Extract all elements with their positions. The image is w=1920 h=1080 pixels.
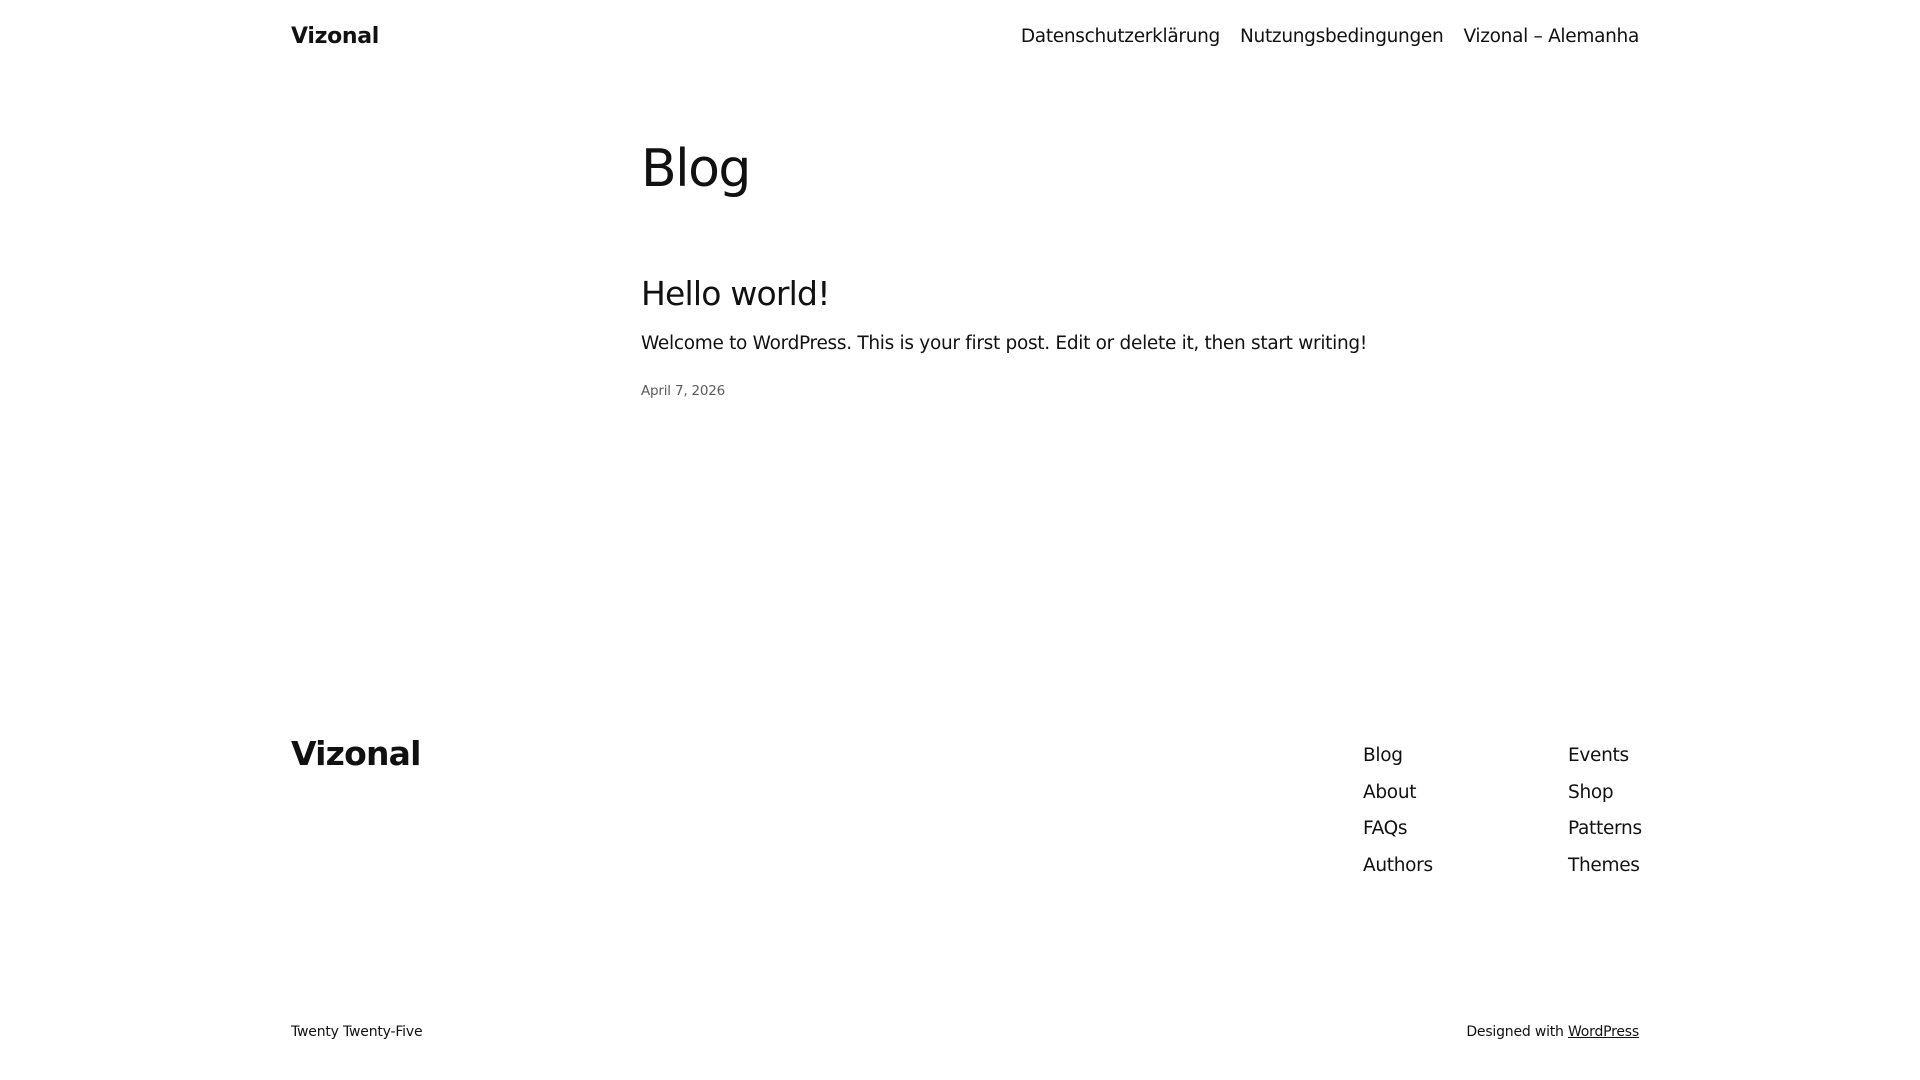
post-title-link[interactable]: Hello world! (641, 274, 830, 313)
post-item: Hello world! Welcome to WordPress. This … (641, 273, 1367, 399)
footer-credit: Designed with WordPress (1466, 1024, 1639, 1040)
footer-wordpress-link[interactable]: WordPress (1568, 1024, 1639, 1040)
top-navigation: Datenschutzerklärung Nutzungsbedingungen… (1021, 26, 1639, 47)
main-content: Blog Hello world! Welcome to WordPress. … (641, 135, 1367, 399)
page-title: Blog (641, 139, 751, 199)
nav-link-vizonal-alemanha[interactable]: Vizonal – Alemanha (1463, 26, 1639, 47)
footer-nav-column-1: Blog About FAQs Authors (1363, 734, 1433, 888)
post-date: April 7, 2026 (641, 383, 726, 399)
nav-link-privacy[interactable]: Datenschutzerklärung (1021, 26, 1220, 47)
nav-link-terms[interactable]: Nutzungsbedingungen (1240, 26, 1444, 47)
site-title-link[interactable]: Vizonal (291, 24, 379, 49)
footer-site-title-link[interactable]: Vizonal (291, 734, 421, 773)
footer-theme-name: Twenty Twenty-Five (291, 1024, 423, 1040)
site-header: Vizonal Datenschutzerklärung Nutzungsbed… (291, 0, 1639, 72)
post-excerpt: Welcome to WordPress. This is your first… (641, 333, 1367, 354)
footer-nav-column-2: Events Shop Patterns Themes (1568, 734, 1642, 888)
footer-link-authors[interactable]: Authors (1363, 844, 1433, 889)
footer-link-themes[interactable]: Themes (1568, 844, 1642, 889)
footer-credit-prefix: Designed with (1466, 1024, 1568, 1040)
